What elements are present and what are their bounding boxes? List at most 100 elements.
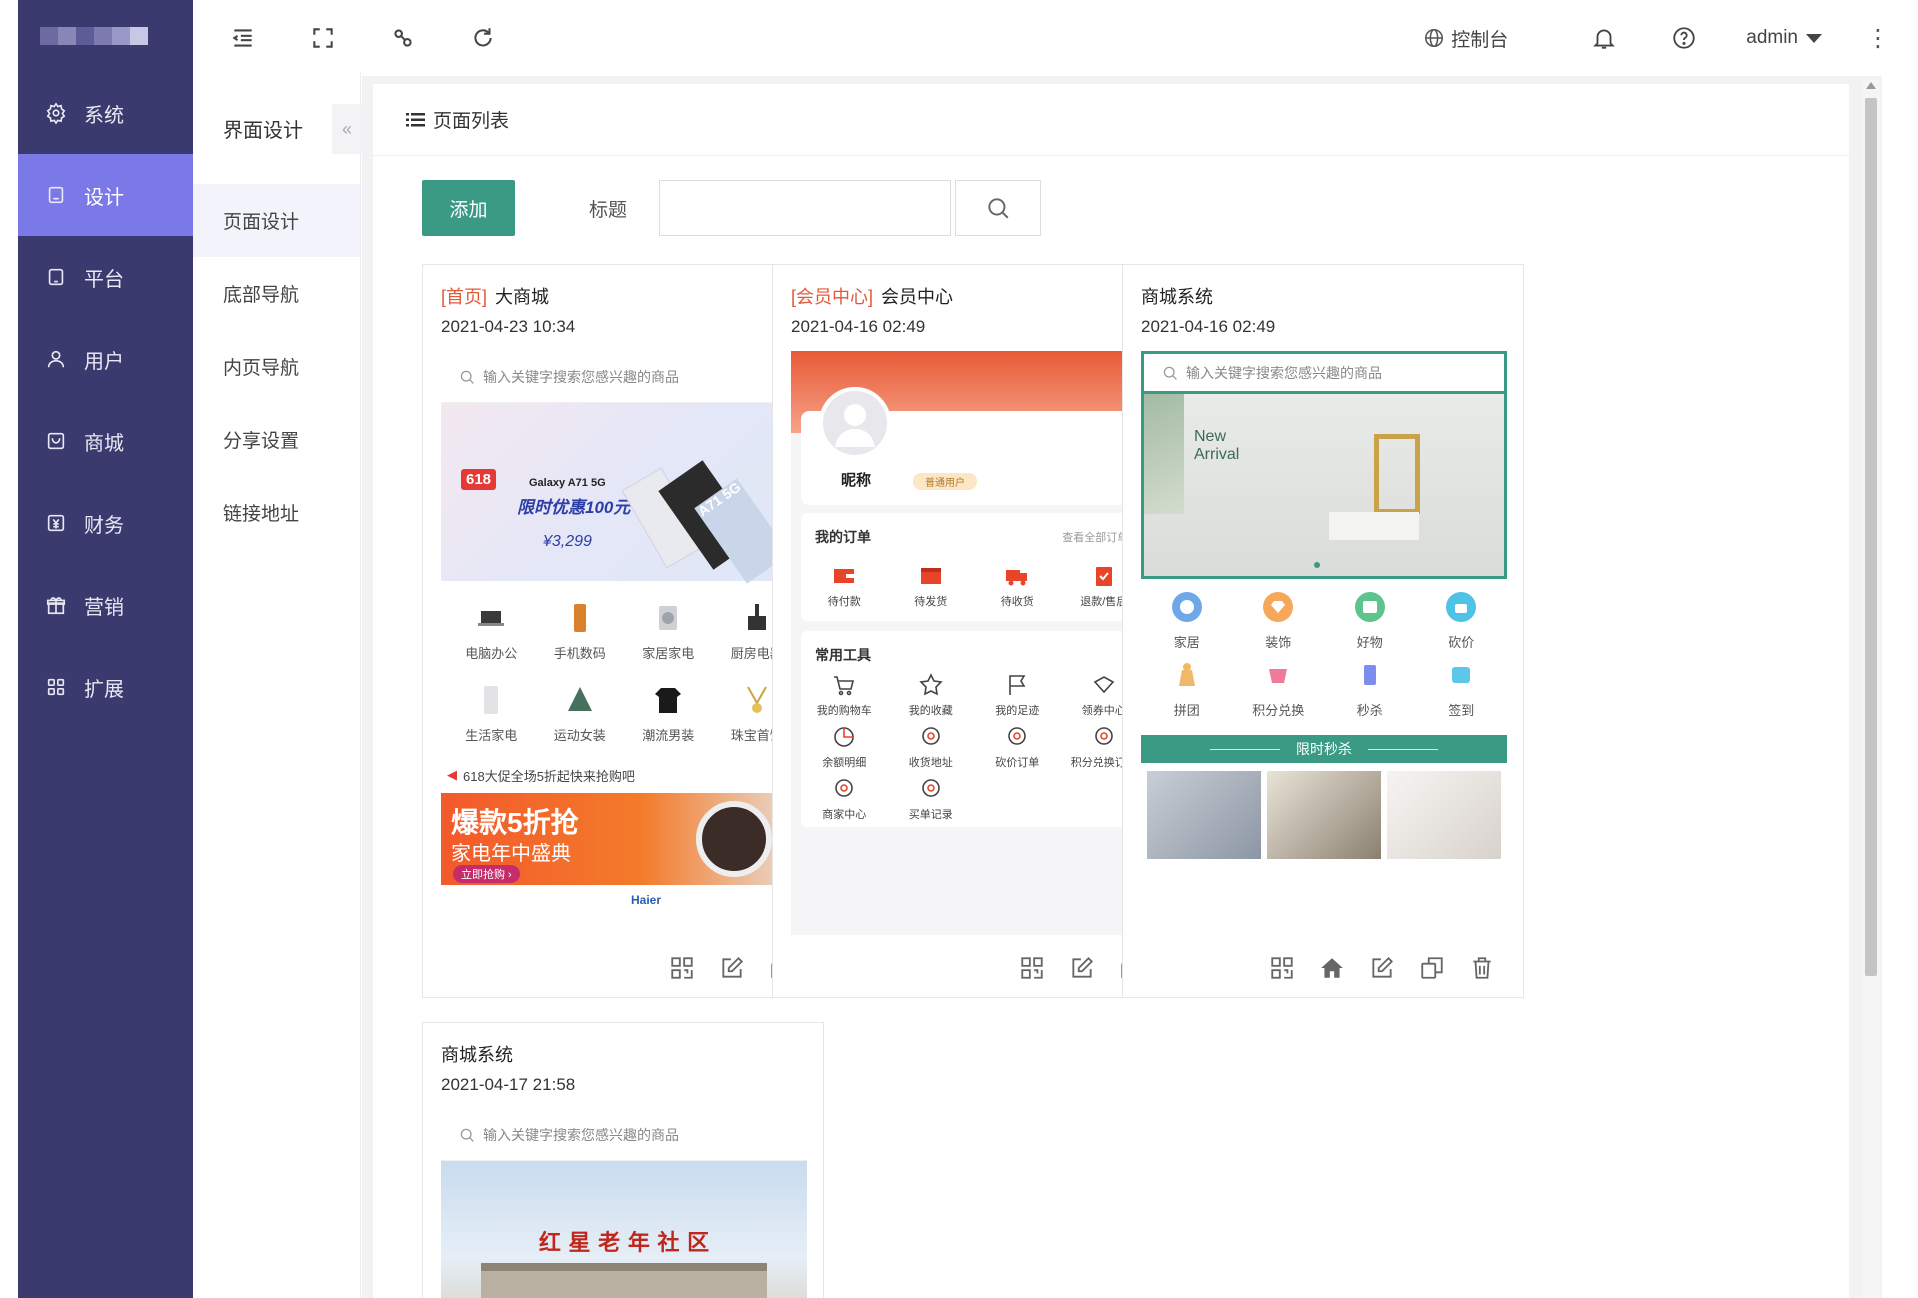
- qrcode-icon[interactable]: [1017, 953, 1047, 983]
- console-label: 控制台: [1451, 29, 1509, 51]
- qrcode-icon[interactable]: [1267, 953, 1297, 983]
- page-preview: 输入关键字搜索您感兴趣的商品 New Arrival 家居 装饰 好物 砍价 拼…: [1141, 351, 1507, 935]
- sub-nav-link-address[interactable]: 链接地址: [193, 476, 360, 549]
- page-preview: 昵称 普通用户 我的订单 查看全部订单 › 待付款 待发货 待收货 退款/售后 …: [791, 351, 1157, 935]
- qrcode-icon[interactable]: [667, 953, 697, 983]
- toolbar: 添加 标题: [422, 180, 1041, 236]
- copy-icon[interactable]: [1417, 953, 1447, 983]
- add-button[interactable]: 添加: [422, 180, 515, 236]
- sub-nav-inner-navigation[interactable]: 内页导航: [193, 330, 360, 403]
- edit-icon[interactable]: [1067, 953, 1097, 983]
- card-tag: [首页]: [441, 287, 488, 307]
- category-item: 电脑办公: [447, 589, 536, 671]
- sub-nav-share-settings[interactable]: 分享设置: [193, 403, 360, 476]
- logo[interactable]: [18, 0, 193, 72]
- icon-nav-item: 砍价: [1416, 585, 1508, 653]
- page-preview: 输入关键字搜索您感兴趣的商品 618 Galaxy A71 5G 限时优惠100…: [441, 351, 807, 935]
- preview-search-bar: 输入关键字搜索您感兴趣的商品: [1144, 354, 1504, 394]
- card-title: 商城系统: [441, 1045, 513, 1065]
- banner-product: Galaxy A71 5G: [529, 477, 606, 489]
- delete-icon[interactable]: [1467, 953, 1497, 983]
- collapse-sidebar-button[interactable]: «: [332, 104, 362, 154]
- preview-search-bar: 输入关键字搜索您感兴趣的商品: [441, 1109, 807, 1161]
- globe-icon: [1425, 28, 1444, 48]
- top-bar: 控制台 admin ⋮: [193, 0, 1918, 76]
- nav-item-marketing[interactable]: 营销: [18, 564, 193, 646]
- title-filter-input[interactable]: [659, 180, 951, 236]
- promo-title: 爆款5折抢: [451, 807, 579, 838]
- preview-banner: 618 Galaxy A71 5G 限时优惠100元 ¥3,299 A71 5G: [441, 403, 807, 584]
- main-sidebar: 系统 设计 平台 用户 商城 财务 营销 扩展: [18, 0, 193, 1298]
- order-status-item: 待收货: [974, 555, 1061, 617]
- nav-item-label: 营销: [84, 596, 124, 619]
- tool-item: 我的收藏: [888, 669, 975, 721]
- page-preview: 输入关键字搜索您感兴趣的商品 红 星 老 年 社 区: [441, 1109, 807, 1298]
- member-card: 昵称 普通用户: [801, 387, 1147, 505]
- tools-title: 常用工具: [815, 647, 871, 663]
- page-card[interactable]: 商城系统 2021-04-17 21:58 输入关键字搜索您感兴趣的商品 红 星…: [422, 1022, 824, 1298]
- more-vertical-icon[interactable]: ⋮: [1858, 24, 1898, 53]
- search-icon: [1163, 366, 1177, 380]
- nav-item-extension[interactable]: 扩展: [18, 646, 193, 728]
- nickname: 昵称: [841, 472, 872, 489]
- tool-item: 我的足迹: [974, 669, 1061, 721]
- nav-item-label: 平台: [84, 268, 124, 291]
- link-icon[interactable]: [363, 0, 443, 76]
- refresh-icon[interactable]: [443, 0, 523, 76]
- search-button[interactable]: [955, 180, 1041, 236]
- sub-sidebar-title: 界面设计 «: [193, 72, 362, 184]
- category-grid: 电脑办公 手机数码 家居家电 厨房电器 生活家电 运动女装 潮流男装 珠宝首饰: [441, 581, 807, 761]
- nav-item-design[interactable]: 设计: [18, 154, 193, 236]
- scroll-up-arrow-icon[interactable]: [1866, 82, 1876, 89]
- user-menu[interactable]: admin: [1746, 27, 1822, 49]
- home-icon[interactable]: [1317, 953, 1347, 983]
- gear-icon: [44, 101, 68, 125]
- icon-nav-item: 签到: [1416, 653, 1508, 721]
- page-card[interactable]: [会员中心] 会员中心 2021-04-16 02:49 昵称 普通用户 我的订单…: [772, 264, 1174, 998]
- banner-line1: New: [1194, 428, 1227, 445]
- banner-text: 红 星 老 年 社 区: [538, 1230, 710, 1256]
- vertical-scrollbar[interactable]: [1862, 80, 1880, 1298]
- console-link[interactable]: 控制台: [1423, 25, 1508, 52]
- nav-item-system[interactable]: 系统: [18, 72, 193, 154]
- icon-nav-item: 家居: [1141, 585, 1233, 653]
- page-card[interactable]: 商城系统 2021-04-16 02:49 输入关键字搜索您感兴趣的商品 New…: [1122, 264, 1524, 998]
- member-level-badge: 普通用户: [913, 473, 977, 490]
- preview-banner: New Arrival: [1144, 394, 1504, 576]
- preview-search-bar: 输入关键字搜索您感兴趣的商品: [441, 351, 807, 403]
- megaphone-icon: ◀: [447, 767, 457, 782]
- card-tag: [会员中心]: [791, 287, 874, 307]
- orders-section: 我的订单 查看全部订单 › 待付款 待发货 待收货 退款/售后: [801, 513, 1147, 621]
- nav-item-users[interactable]: 用户: [18, 318, 193, 400]
- nav-item-label: 财务: [84, 514, 124, 537]
- fullscreen-icon[interactable]: [283, 0, 363, 76]
- tools-section: 常用工具 我的购物车 我的收藏 我的足迹 领券中心 余额明细 收货地址 砍价订单…: [801, 631, 1147, 827]
- icon-nav-item: 装饰: [1233, 585, 1325, 653]
- order-status-item: 待付款: [801, 555, 888, 617]
- menu-fold-icon[interactable]: [203, 0, 283, 76]
- orders-title: 我的订单: [815, 529, 871, 545]
- nav-item-shop[interactable]: 商城: [18, 400, 193, 482]
- category-item: 运动女装: [536, 671, 625, 753]
- caret-down-icon: [1806, 33, 1822, 43]
- card-date: 2021-04-16 02:49: [791, 317, 926, 336]
- plant-image: [1144, 394, 1184, 514]
- nav-item-platform[interactable]: 平台: [18, 236, 193, 318]
- nav-item-finance[interactable]: 财务: [18, 482, 193, 564]
- card-date: 2021-04-23 10:34: [441, 317, 576, 336]
- page-card[interactable]: [首页] 大商城 2021-04-23 10:34 输入关键字搜索您感兴趣的商品 …: [422, 264, 824, 998]
- bell-icon[interactable]: [1564, 25, 1644, 51]
- sub-nav-bottom-navigation[interactable]: 底部导航: [193, 257, 360, 330]
- edit-icon[interactable]: [717, 953, 747, 983]
- category-item: 家居家电: [624, 589, 713, 671]
- sub-nav-page-design[interactable]: 页面设计: [193, 184, 360, 257]
- edit-icon[interactable]: [1367, 953, 1397, 983]
- tool-item: 余额明细: [801, 721, 888, 773]
- help-icon[interactable]: [1644, 25, 1724, 51]
- brand-label: Haier: [631, 893, 662, 907]
- icon-nav-item: 拼团: [1141, 653, 1233, 721]
- search-icon: [460, 370, 474, 384]
- card-title: 商城系统: [1141, 287, 1213, 307]
- scrollbar-thumb[interactable]: [1865, 98, 1877, 976]
- search-icon: [988, 198, 1009, 219]
